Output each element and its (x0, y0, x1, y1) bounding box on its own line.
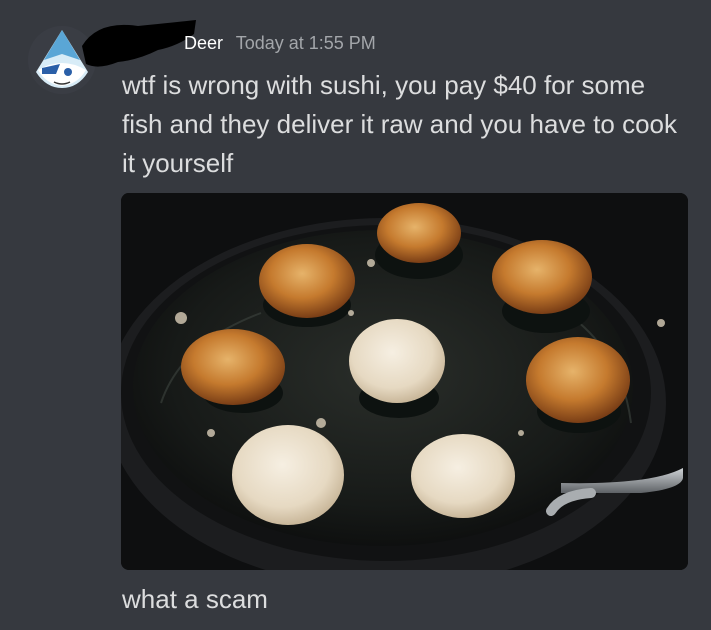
message-timestamp: Today at 1:55 PM (235, 33, 376, 53)
chat-message-group: Deer Today at 1:55 PM wtf is wrong with … (0, 0, 711, 630)
photo-of-sushi-frying-in-pan-icon (121, 193, 688, 570)
message-text: wtf is wrong with sushi, you pay $40 for… (122, 70, 677, 178)
redaction-scribble (82, 20, 196, 67)
message-header: Deer Today at 1:55 PM (184, 33, 376, 54)
image-attachment[interactable] (121, 193, 688, 570)
username[interactable]: Deer (184, 33, 223, 53)
followup-message-text: what a scam (122, 584, 268, 614)
